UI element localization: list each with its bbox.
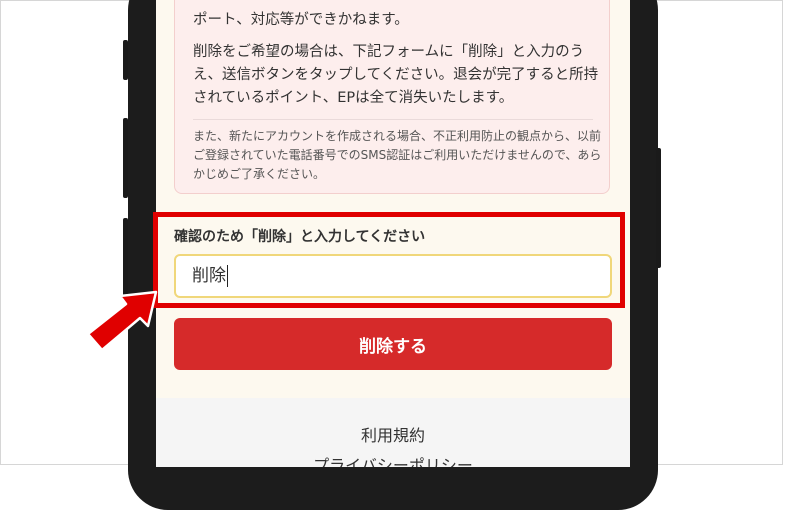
phone-side-button-2 bbox=[123, 118, 128, 198]
footer-link-privacy[interactable]: プライバシーポリシー bbox=[156, 452, 630, 467]
deletion-notice: ポート、対応等ができかねます。 削除をご希望の場合は、下記フォームに「削除」と入… bbox=[174, 0, 610, 194]
notice-divider bbox=[193, 119, 593, 120]
phone-side-button-3 bbox=[123, 218, 128, 298]
phone-side-button-1 bbox=[123, 40, 128, 80]
highlight-box bbox=[153, 212, 625, 308]
pointer-arrow-icon bbox=[86, 290, 158, 352]
notice-top-line: ポート、対応等ができかねます。 bbox=[193, 12, 409, 28]
footer: 利用規約 プライバシーポリシー bbox=[156, 398, 630, 467]
notice-note: また、新たにアカウントを作成される場合、不正利用防止の観点から、以前ご登録されて… bbox=[193, 129, 602, 181]
delete-button[interactable]: 削除する bbox=[174, 318, 612, 370]
notice-paragraph: 削除をご希望の場合は、下記フォームに「削除」と入力のうえ、送信ボタンをタップして… bbox=[193, 44, 599, 106]
phone-power-button bbox=[656, 148, 661, 268]
footer-link-terms[interactable]: 利用規約 bbox=[156, 422, 630, 446]
